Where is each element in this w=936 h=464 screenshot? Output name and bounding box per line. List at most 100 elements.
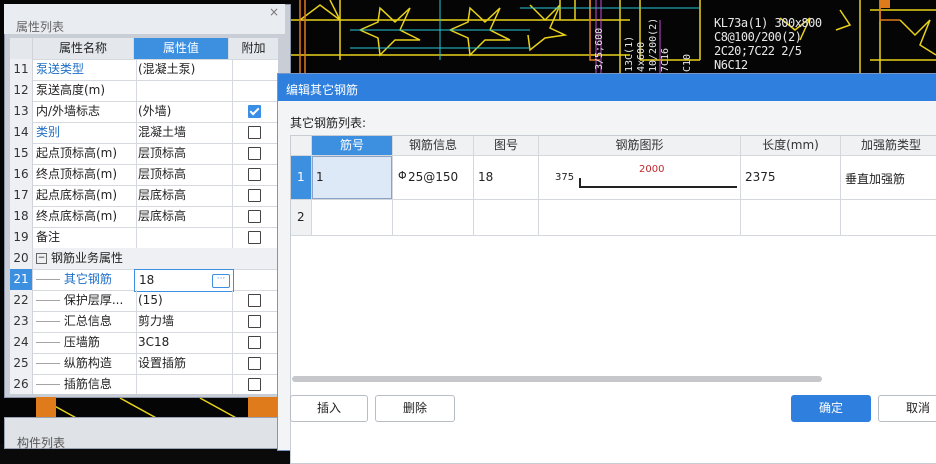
- property-row[interactable]: 14 类别 混凝土墙: [10, 122, 278, 144]
- svg-text:4x600: 4x600: [636, 42, 647, 72]
- column-header-bar-no[interactable]: 筋号: [312, 136, 393, 156]
- figure-no-cell[interactable]: [474, 200, 539, 236]
- property-value-text: 层底标高: [138, 209, 187, 223]
- column-header-rebar-info[interactable]: 钢筋信息: [393, 136, 474, 156]
- length-cell[interactable]: [741, 200, 841, 236]
- row-number-cell[interactable]: 1: [291, 156, 312, 200]
- attach-checkbox[interactable]: [248, 189, 261, 202]
- property-value[interactable]: (外墙): [134, 101, 233, 122]
- property-value[interactable]: 层顶标高: [134, 164, 233, 185]
- horizontal-scrollbar[interactable]: [292, 376, 822, 382]
- property-row[interactable]: 17 起点底标高(m) 层底标高: [10, 185, 278, 207]
- attach-checkbox[interactable]: [248, 336, 261, 349]
- component-list-title: 构件列表: [17, 436, 66, 450]
- attach-checkbox[interactable]: [248, 378, 261, 391]
- property-value[interactable]: (15): [134, 290, 233, 311]
- property-row[interactable]: 21 ―― 其它钢筋 18 ···: [10, 269, 278, 292]
- property-row[interactable]: 11 泵送类型 (混凝土泵): [10, 59, 278, 81]
- property-row[interactable]: 12 泵送高度(m): [10, 80, 278, 102]
- property-row[interactable]: 20− 钢筋业务属性: [10, 248, 278, 270]
- attach-checkbox[interactable]: [248, 147, 261, 160]
- shape-main-length: 2000: [639, 164, 665, 175]
- property-value[interactable]: (混凝土泵): [134, 59, 233, 80]
- column-header-reinforce-type[interactable]: 加强筋类型: [841, 136, 936, 156]
- property-value[interactable]: [134, 80, 233, 101]
- add-column-cell: [229, 269, 278, 290]
- figure-no-cell[interactable]: 18: [474, 156, 539, 200]
- property-value[interactable]: 剪力墙: [134, 311, 233, 332]
- property-name: 起点底标高(m): [33, 185, 137, 206]
- length-cell[interactable]: 2375: [741, 156, 841, 200]
- attach-checkbox[interactable]: [248, 210, 261, 223]
- property-row[interactable]: 16 终点顶标高(m) 层顶标高: [10, 164, 278, 186]
- ok-button[interactable]: 确定: [791, 395, 871, 422]
- edit-other-rebar-dialog: 编辑其它钢筋 其它钢筋列表: 筋号 钢筋信息 图号 钢筋图形 长度(mm) 加强…: [277, 73, 936, 464]
- cad-text-line: 2C20;7C22 2/5: [714, 44, 802, 58]
- rebar-info-cell[interactable]: [393, 200, 474, 236]
- property-row[interactable]: 23 ―― 汇总信息 剪力墙: [10, 311, 278, 333]
- row-number-cell[interactable]: 2: [291, 200, 312, 236]
- add-column-cell: [229, 143, 278, 164]
- property-name: 备注: [33, 227, 137, 248]
- bar-no-cell[interactable]: [312, 200, 393, 236]
- property-name: 泵送类型: [33, 59, 137, 80]
- property-value[interactable]: 3C18: [134, 332, 233, 353]
- column-header-figure-no[interactable]: 图号: [474, 136, 539, 156]
- property-row[interactable]: 15 起点顶标高(m) 层顶标高: [10, 143, 278, 165]
- attach-checkbox[interactable]: [248, 168, 261, 181]
- cad-text-line: KL73a(1) 300x800: [714, 16, 822, 30]
- property-row[interactable]: 26 ―― 插筋信息: [10, 374, 278, 394]
- reinforce-type-cell[interactable]: 垂直加强筋: [841, 156, 936, 200]
- column-header-value[interactable]: 属性值: [134, 38, 229, 59]
- collapse-icon[interactable]: −: [36, 253, 47, 264]
- reinforce-type-cell[interactable]: [841, 200, 936, 236]
- column-header-length[interactable]: 长度(mm): [741, 136, 841, 156]
- row-number: 25: [10, 353, 33, 374]
- attach-checkbox[interactable]: [248, 294, 261, 307]
- property-value[interactable]: [134, 374, 233, 394]
- ellipsis-button[interactable]: ···: [212, 274, 230, 288]
- rebar-shape-cell[interactable]: [539, 200, 741, 236]
- bar-no-cell[interactable]: 1: [312, 156, 393, 200]
- property-value[interactable]: 设置插筋: [134, 353, 233, 374]
- row-number: 24: [10, 332, 33, 353]
- property-row[interactable]: 19 备注: [10, 227, 278, 249]
- property-name: ―― 汇总信息: [33, 311, 137, 332]
- add-column-cell: [229, 80, 278, 101]
- rebar-info-cell[interactable]: Φ 25@150: [393, 156, 474, 200]
- row-number: 19: [10, 227, 33, 248]
- rebar-grade-symbol: Φ: [398, 169, 407, 182]
- property-name: 泵送高度(m): [33, 80, 137, 101]
- property-value[interactable]: 混凝土墙: [134, 122, 233, 143]
- delete-button[interactable]: 删除: [375, 395, 455, 422]
- property-grid: 属性名称 属性值 附加 11 泵送类型 (混凝土泵) 12 泵送高度(m) 13 内/外墙标…: [10, 38, 278, 394]
- property-value-text: 层顶标高: [138, 167, 187, 181]
- property-row[interactable]: 25 ―― 纵筋构造 设置插筋: [10, 353, 278, 375]
- property-row[interactable]: 13 内/外墙标志 (外墙): [10, 101, 278, 123]
- rebar-shape-cell[interactable]: 375 2000: [539, 156, 741, 200]
- tree-line-icon: ――: [36, 272, 64, 286]
- column-header-add[interactable]: 附加: [229, 38, 278, 59]
- property-value[interactable]: [134, 227, 233, 248]
- property-name: ―― 压墙筋: [33, 332, 137, 353]
- property-row[interactable]: 18 终点底标高(m) 层底标高: [10, 206, 278, 228]
- insert-button[interactable]: 插入: [290, 395, 368, 422]
- property-value-editor[interactable]: 18 ···: [134, 269, 234, 292]
- attach-checkbox[interactable]: [248, 231, 261, 244]
- column-header-name[interactable]: 属性名称: [33, 38, 134, 59]
- property-group-label: 钢筋业务属性: [51, 251, 124, 265]
- property-name: 终点底标高(m): [33, 206, 137, 227]
- property-row[interactable]: 24 ―― 压墙筋 3C18: [10, 332, 278, 354]
- column-header-rebar-shape[interactable]: 钢筋图形: [539, 136, 741, 156]
- property-value[interactable]: 层底标高: [134, 185, 233, 206]
- attach-checkbox[interactable]: [248, 105, 261, 118]
- property-value[interactable]: 层底标高: [134, 206, 233, 227]
- property-value[interactable]: 层顶标高: [134, 143, 233, 164]
- attach-checkbox[interactable]: [248, 315, 261, 328]
- close-icon[interactable]: ×: [269, 5, 279, 19]
- attach-checkbox[interactable]: [248, 357, 261, 370]
- attach-checkbox[interactable]: [248, 126, 261, 139]
- property-row[interactable]: 22 ―― 保护层厚... (15): [10, 290, 278, 312]
- cancel-button[interactable]: 取消: [878, 395, 936, 422]
- dialog-title-bar[interactable]: 编辑其它钢筋: [278, 74, 936, 101]
